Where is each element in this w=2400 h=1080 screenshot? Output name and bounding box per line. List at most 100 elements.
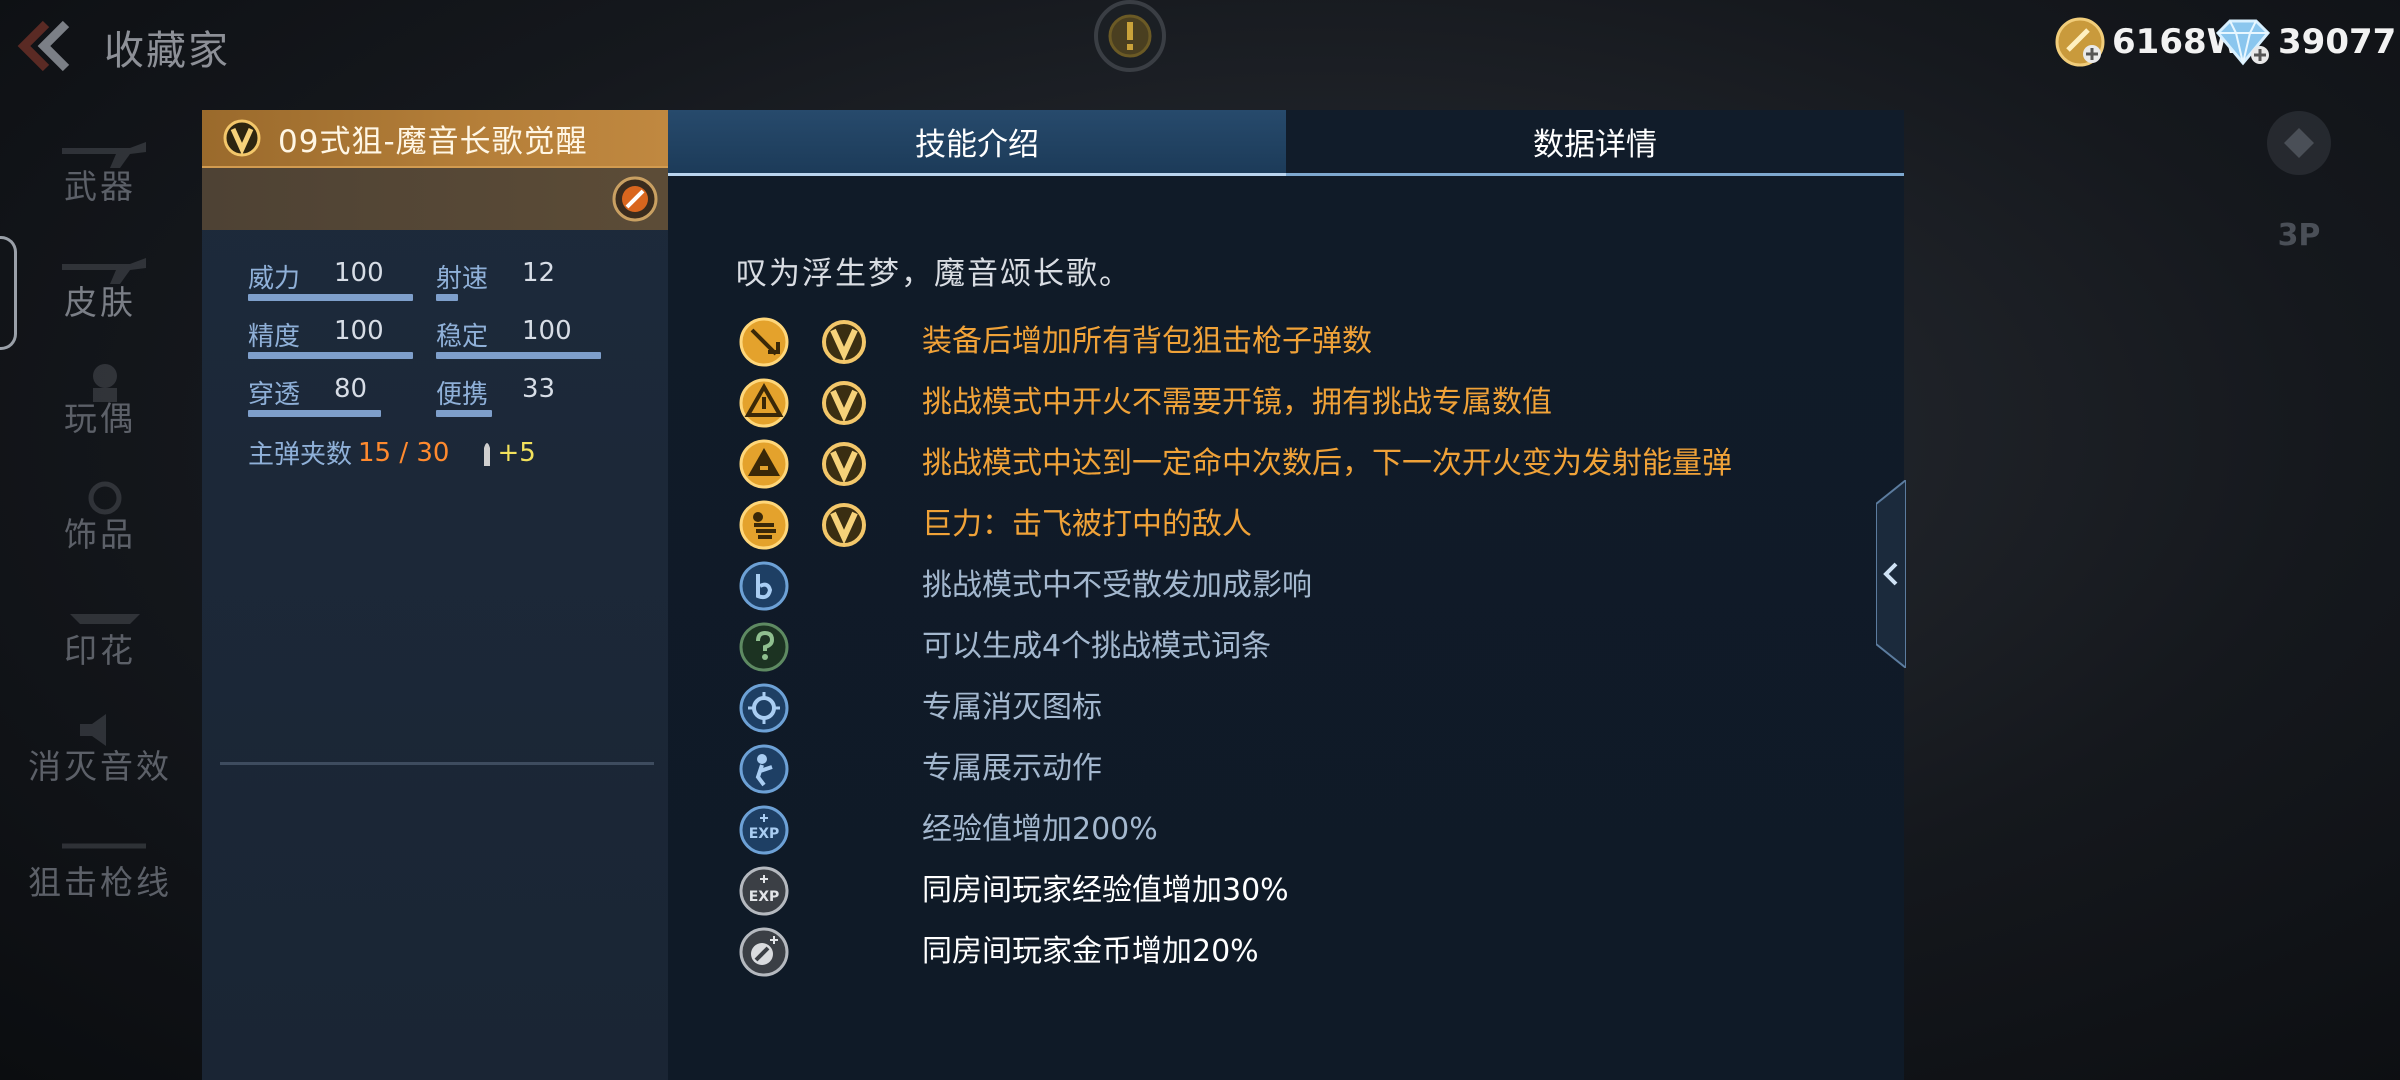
skill-text: 可以生成4个挑战模式词条 [922, 629, 1272, 664]
nav-item-decal[interactable]: 印花 [0, 574, 200, 690]
skill-row: EXP 经验值增加200% [738, 804, 1838, 865]
skill-row: 装备后增加所有背包狙击枪子弹数 [738, 316, 1838, 377]
decal-icon [70, 614, 140, 624]
stat-bar [436, 410, 492, 417]
skill-row: 挑战模式中达到一定命中次数后，下一次开火变为发射能量弹 [738, 438, 1838, 499]
skill-row: 巨力：击飞被打中的敌人 [738, 499, 1838, 560]
stat-value: 33 [522, 374, 556, 404]
ammo-bonus: +5 [497, 437, 536, 468]
skill-text: 同房间玩家经验值增加30% [922, 873, 1289, 908]
skill-row: 专属展示动作 [738, 743, 1838, 804]
skill-text: 巨力：击飞被打中的敌人 [922, 507, 1252, 542]
skill-row: 挑战模式中开火不需要开镜，拥有挑战专属数值 [738, 377, 1838, 438]
nav-item-doll[interactable]: 玩偶 [0, 342, 200, 458]
skill-row: 专属消灭图标 [738, 682, 1838, 743]
sniper-class-icon [612, 176, 658, 222]
skill-row: EXP 同房间玩家经验值增加30% [738, 865, 1838, 926]
rotate-view-icon [2267, 111, 2331, 175]
ammo-label: 主弹夹数 [248, 440, 353, 470]
stat-bar [436, 294, 458, 301]
nav-item-weapon[interactable]: 武器 [0, 110, 200, 226]
panel-divider [220, 762, 654, 765]
skill-text: 专属展示动作 [922, 751, 1102, 786]
skill-list: 装备后增加所有背包狙击枪子弹数 挑战模式中开火不需要开镜，拥有挑战专属数值 挑战… [738, 316, 1838, 987]
view-rotate-button[interactable] [2264, 108, 2334, 178]
nav-item-skin[interactable]: 皮肤 [0, 226, 200, 350]
challenge-scope-icon [739, 378, 789, 428]
third-person-toggle[interactable]: 3P [2264, 200, 2334, 270]
pendant-icon [88, 481, 122, 515]
svg-text:EXP: EXP [749, 889, 780, 905]
v-rank-icon [822, 442, 866, 486]
nav-item-kill-sound[interactable]: 消灭音效 [0, 690, 200, 806]
challenge-entry-icon [739, 622, 789, 672]
gold-coin-icon [2054, 16, 2106, 68]
weapon-info-panel: 09式狙-魔音长歌觉醒 威力 100 射速 12 精度 100 稳定 100 穿… [202, 110, 670, 1080]
weapon-header: 09式狙-魔音长歌觉醒 [202, 110, 668, 168]
weapon-stats: 威力 100 射速 12 精度 100 稳定 100 穿透 80 便携 33 主… [202, 258, 668, 471]
diamond-currency[interactable]: 39077 [2214, 14, 2396, 70]
tab-skill-intro[interactable]: 技能介绍 [668, 110, 1286, 176]
stat-label: 威力 [248, 264, 301, 294]
ammo-value: 15 / 30 [358, 437, 450, 468]
exp-icon: EXP [739, 805, 789, 855]
category-nav: 武器 皮肤 玩偶 饰品 印花 消灭音效 狙击枪线 [0, 110, 200, 922]
top-bar: 收藏家 6168W 39077 [0, 0, 2400, 100]
skill-text: 装备后增加所有背包狙击枪子弹数 [922, 324, 1372, 359]
tab-data-details[interactable]: 数据详情 [1286, 110, 1904, 176]
stat-value: 100 [334, 258, 384, 288]
stat-bar [248, 352, 413, 359]
skill-text: 挑战模式中不受散发加成影响 [922, 568, 1312, 603]
weapon-subheader [202, 168, 668, 230]
stat-penetration: 穿透 80 [248, 374, 436, 417]
kill-icon-icon [739, 683, 789, 733]
detail-tabs: 技能介绍 数据详情 [668, 110, 1904, 176]
stat-stability: 稳定 100 [436, 316, 624, 359]
skill-row: 同房间玩家金币增加20% [738, 926, 1838, 987]
stat-value: 100 [522, 316, 572, 346]
sniper-line-icon [62, 843, 146, 849]
display-action-icon [739, 744, 789, 794]
double-chevron-left-icon [17, 20, 70, 72]
stat-value: 80 [334, 374, 368, 404]
v-rank-icon [822, 503, 866, 547]
sniper-ammo-icon [739, 317, 789, 367]
weapon-motto: 叹为浮生梦，魔音颂长歌。 [736, 256, 1132, 292]
alert-icon[interactable] [1085, 0, 1175, 78]
skill-text: 挑战模式中达到一定命中次数后，下一次开火变为发射能量弹 [922, 446, 1732, 481]
nav-item-sniper-line[interactable]: 狙击枪线 [0, 806, 200, 922]
rifle-icon [62, 142, 146, 168]
spread-immune-icon [739, 561, 789, 611]
nav-item-pendant[interactable]: 饰品 [0, 458, 200, 574]
doll-icon [93, 364, 117, 402]
v-rank-icon [822, 381, 866, 425]
stat-label: 穿透 [248, 380, 301, 410]
knockback-icon [739, 500, 789, 550]
energy-bullet-icon [739, 439, 789, 489]
stat-value: 12 [522, 258, 556, 288]
detail-panel: 技能介绍 数据详情 叹为浮生梦，魔音颂长歌。 装备后增加所有背包狙击枪子弹数 挑… [668, 110, 1904, 1080]
stat-value: 100 [334, 316, 384, 346]
sound-icon [80, 714, 106, 746]
skill-text: 同房间玩家金币增加20% [922, 934, 1259, 969]
diamond-amount: 39077 [2278, 22, 2397, 62]
collapse-panel-button[interactable] [1875, 477, 1907, 671]
room-gold-icon [739, 927, 789, 977]
rifle-skin-icon [62, 258, 146, 284]
stat-power: 威力 100 [248, 258, 436, 301]
stat-bar [248, 294, 413, 301]
stat-bar [436, 352, 601, 359]
skill-row: 可以生成4个挑战模式词条 [738, 621, 1838, 682]
ammo-capacity: 主弹夹数 15 / 30 +5 [248, 434, 668, 471]
room-exp-icon: EXP [739, 866, 789, 916]
skill-text: 专属消灭图标 [922, 690, 1102, 725]
weapon-name: 09式狙-魔音长歌觉醒 [278, 123, 588, 160]
stat-bar [248, 410, 381, 417]
stat-label: 射速 [436, 264, 489, 294]
v-rank-icon [822, 320, 866, 364]
stat-label: 精度 [248, 322, 301, 352]
page-title: 收藏家 [104, 28, 230, 74]
stat-label: 稳定 [436, 322, 489, 352]
back-button[interactable] [16, 18, 76, 74]
diamond-icon [2214, 17, 2272, 67]
